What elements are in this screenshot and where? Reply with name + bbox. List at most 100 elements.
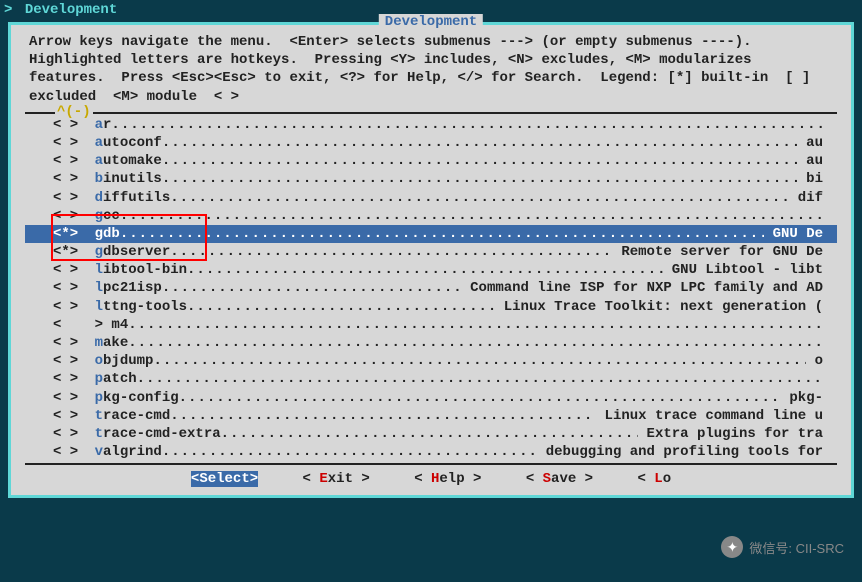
item-hotkey: t <box>95 425 103 443</box>
item-desc: Command line ISP for NXP LPC family and … <box>462 279 823 297</box>
item-label: dbserver <box>103 243 170 261</box>
item-state: < > <box>53 352 87 370</box>
item-label: algrind <box>103 443 162 461</box>
item-dots: ........................................… <box>187 261 663 279</box>
menu-item[interactable]: < > autoconf............................… <box>25 134 837 152</box>
item-dots: ........................................… <box>179 389 781 407</box>
wechat-icon: ✦ <box>721 536 743 558</box>
item-hotkey: l <box>95 298 103 316</box>
menu-item[interactable]: < > ar..................................… <box>25 116 837 134</box>
menu-item[interactable]: < > libtool-bin.........................… <box>25 261 837 279</box>
item-label: cc <box>103 207 120 225</box>
menu-item[interactable]: < > gcc.................................… <box>25 207 837 225</box>
item-hotkey: a <box>95 134 103 152</box>
item-state: < > <box>53 170 87 188</box>
item-hotkey: g <box>95 207 103 225</box>
item-label: utoconf <box>103 134 162 152</box>
item-dots: ........................................… <box>162 152 798 170</box>
breadcrumb-path: Development <box>25 2 117 18</box>
menu-item[interactable]: < > binutils............................… <box>25 170 837 188</box>
item-hotkey: a <box>95 116 103 134</box>
dialog-box: Development Arrow keys navigate the menu… <box>8 22 854 498</box>
item-dots: ........................................… <box>128 316 823 334</box>
menu-item[interactable]: < > patch...............................… <box>25 370 837 388</box>
item-label: pc21isp <box>103 279 162 297</box>
item-label: bjdump <box>103 352 153 370</box>
save-button[interactable]: < Save > <box>526 471 593 487</box>
item-hotkey: l <box>95 279 103 297</box>
item-label: ttng-tools <box>103 298 187 316</box>
item-state: < > <box>53 407 87 425</box>
menu-item[interactable]: < > lttng-tools.........................… <box>25 298 837 316</box>
item-hotkey: a <box>95 152 103 170</box>
menu-list[interactable]: < > ar..................................… <box>25 116 837 462</box>
item-dots: ........................................… <box>120 207 823 225</box>
item-dots: ........................................… <box>162 134 798 152</box>
item-dots: ........................................… <box>170 189 789 207</box>
item-label: race-cmd <box>103 407 170 425</box>
item-dots: ........................................… <box>128 334 823 352</box>
item-desc: Linux Trace Toolkit: next generation ( <box>495 298 823 316</box>
breadcrumb-prompt: > <box>4 2 12 18</box>
item-hotkey: l <box>95 261 103 279</box>
item-desc: o <box>806 352 823 370</box>
menu-item[interactable]: < > lpc21isp............................… <box>25 279 837 297</box>
item-dots: ........................................… <box>153 352 806 370</box>
item-state: < > <box>53 443 87 461</box>
item-desc: bi <box>798 170 823 188</box>
menu-item[interactable]: < > valgrind............................… <box>25 443 837 461</box>
item-dots: ........................................… <box>162 279 462 297</box>
menu-item[interactable]: < > trace-cmd-extra.....................… <box>25 425 837 443</box>
item-dots: ........................................… <box>187 298 495 316</box>
item-hotkey: b <box>95 170 103 188</box>
item-label: ake <box>103 334 128 352</box>
item-label: inutils <box>103 170 162 188</box>
load-button[interactable]: < Lo <box>637 471 671 487</box>
item-desc: au <box>798 152 823 170</box>
item-hotkey: o <box>95 352 103 370</box>
item-desc: Extra plugins for tra <box>638 425 823 443</box>
item-label: utomake <box>103 152 162 170</box>
item-dots: ........................................… <box>170 243 613 261</box>
menu-item[interactable]: <*> gdbserver...........................… <box>25 243 837 261</box>
item-state: < > <box>53 189 87 207</box>
item-state: < > <box>53 389 87 407</box>
menu-item[interactable]: < > m4..................................… <box>25 316 837 334</box>
item-desc: debugging and profiling tools for <box>537 443 823 461</box>
item-label: kg-config <box>103 389 179 407</box>
item-desc: pkg- <box>781 389 823 407</box>
button-bar: <Select> < Exit > < Help > < Save > < Lo <box>11 465 851 491</box>
item-state: <*> <box>53 225 87 243</box>
item-state: < > <box>53 207 87 225</box>
exit-button[interactable]: < Exit > <box>303 471 370 487</box>
item-dots: ........................................… <box>162 443 538 461</box>
item-desc: Linux trace command line u <box>596 407 823 425</box>
item-desc: Remote server for GNU De <box>613 243 823 261</box>
item-dots: ........................................… <box>111 116 823 134</box>
item-state: < > <box>53 298 87 316</box>
item-hotkey: p <box>95 370 103 388</box>
menu-item[interactable]: < > automake............................… <box>25 152 837 170</box>
select-button[interactable]: <Select> <box>191 471 258 487</box>
item-label: iffutils <box>103 189 170 207</box>
item-dots: ........................................… <box>170 407 596 425</box>
item-hotkey: t <box>95 407 103 425</box>
item-dots: ........................................… <box>137 370 823 388</box>
item-hotkey: p <box>95 389 103 407</box>
item-state: < > <box>53 334 87 352</box>
menu-item[interactable]: < > objdump.............................… <box>25 352 837 370</box>
item-label: db <box>103 225 120 243</box>
watermark-text: 微信号: CII-SRC <box>749 538 844 557</box>
item-desc: au <box>798 134 823 152</box>
item-hotkey: g <box>95 243 103 261</box>
menu-item[interactable]: < > pkg-config..........................… <box>25 389 837 407</box>
item-state: < <box>53 316 87 334</box>
menu-item[interactable]: < > diffutils...........................… <box>25 189 837 207</box>
item-label: ibtool-bin <box>103 261 187 279</box>
help-button[interactable]: < Help > <box>414 471 481 487</box>
item-label: > m4 <box>95 316 129 334</box>
item-hotkey: d <box>95 189 103 207</box>
menu-item[interactable]: < > trace-cmd...........................… <box>25 407 837 425</box>
menu-item[interactable]: <*> gdb.................................… <box>25 225 837 243</box>
menu-item[interactable]: < > make................................… <box>25 334 837 352</box>
